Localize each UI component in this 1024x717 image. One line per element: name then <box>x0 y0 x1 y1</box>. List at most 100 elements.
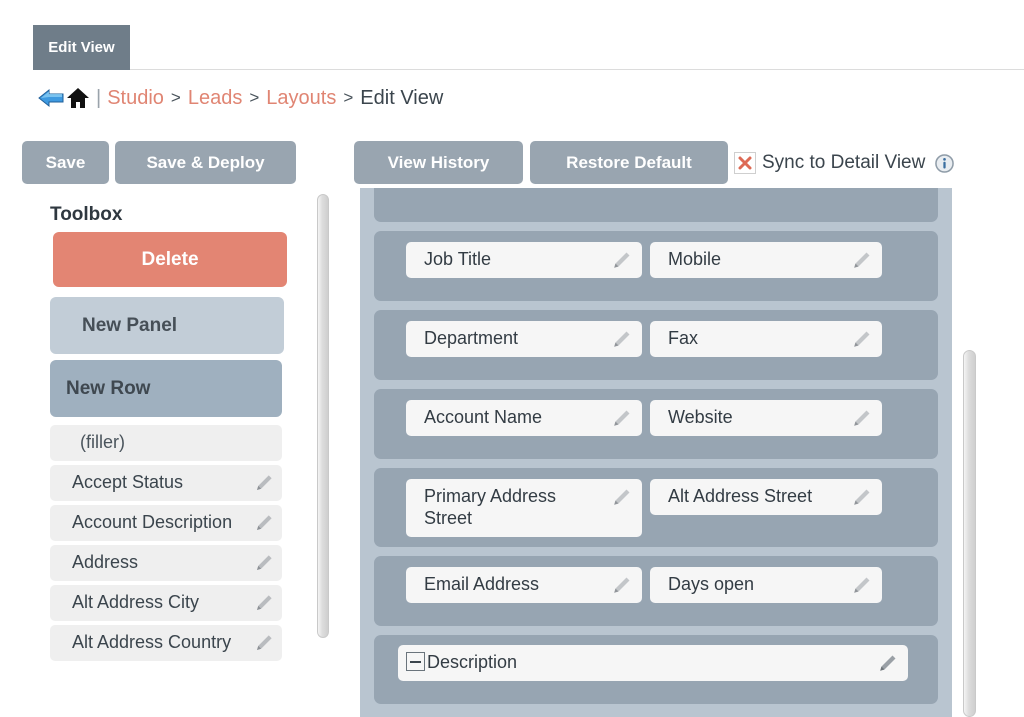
layout-row-cells: Description <box>374 644 938 681</box>
pencil-icon[interactable] <box>850 250 872 272</box>
field-label: Alt Address City <box>72 591 200 612</box>
field-list-item[interactable]: Alt Address City <box>50 584 282 621</box>
sync-to-detail-view-label: Sync to Detail View <box>762 152 926 173</box>
layout-row[interactable]: Email Address Days open <box>374 555 938 626</box>
layout-row-spacer <box>374 436 938 459</box>
info-icon[interactable] <box>935 153 955 173</box>
field-list-item[interactable]: Account Description <box>50 504 282 541</box>
left-list-scrollbar-thumb[interactable] <box>317 194 329 638</box>
layout-row-spacer <box>374 681 938 704</box>
layout-row[interactable]: Account Name Website <box>374 388 938 459</box>
view-history-button[interactable]: View History <box>354 141 523 184</box>
layout-field-label: Alt Address Street <box>668 485 813 506</box>
pencil-icon[interactable] <box>253 633 274 654</box>
field-label: (filler) <box>80 432 125 452</box>
pencil-icon[interactable] <box>850 487 872 509</box>
layout-field-chip[interactable]: Days open <box>650 566 882 603</box>
pencil-icon[interactable] <box>610 408 632 430</box>
breadcrumb-current: Edit View <box>360 86 444 109</box>
pencil-icon[interactable] <box>850 575 872 597</box>
pencil-icon[interactable] <box>253 593 274 614</box>
layout-row[interactable]: Department Fax <box>374 309 938 380</box>
field-label: Account Description <box>72 511 233 532</box>
layout-field-label: Mobile <box>668 249 722 269</box>
layout-field-label: Department <box>424 327 519 348</box>
layout-field-label: Email Address <box>424 573 540 594</box>
field-label: Address <box>72 551 139 572</box>
new-row-button[interactable]: New Row <box>50 360 282 417</box>
tab-edit-view[interactable]: Edit View <box>33 25 130 70</box>
tab-edit-view-label: Edit View <box>48 39 115 56</box>
tab-strip: Edit View <box>0 0 1024 72</box>
canvas-scrollbar[interactable] <box>960 188 978 717</box>
layout-row-spacer <box>374 603 938 626</box>
restore-default-button[interactable]: Restore Default <box>530 141 728 184</box>
layout-row-cells: Department Fax <box>374 320 938 357</box>
pencil-icon[interactable] <box>610 329 632 351</box>
sync-to-detail-view-control[interactable]: Sync to Detail View <box>734 150 955 176</box>
breadcrumb: | Studio > Leads > Layouts > Edit View <box>38 82 443 114</box>
layout-row[interactable]: Primary Address Street Alt Address Stree… <box>374 467 938 547</box>
save-and-deploy-button[interactable]: Save & Deploy <box>115 141 296 184</box>
layout-field-chip[interactable]: Primary Address Street <box>406 478 642 537</box>
field-label: Alt Address Country <box>72 631 232 652</box>
save-button[interactable]: Save <box>22 141 109 184</box>
breadcrumb-link-leads[interactable]: Leads <box>188 87 243 110</box>
layout-row[interactable]: Job Title Mobile <box>374 231 938 301</box>
field-label: Accept Status <box>72 471 184 492</box>
field-list-item[interactable]: Address <box>50 544 282 581</box>
layout-field-chip[interactable]: Email Address <box>406 566 642 603</box>
layout-row-spacer <box>374 357 938 380</box>
pencil-icon[interactable] <box>850 329 872 351</box>
layout-field-chip[interactable]: Alt Address Street <box>650 478 882 515</box>
layout-field-chip[interactable]: Job Title <box>406 242 642 278</box>
pencil-icon[interactable] <box>876 653 898 675</box>
layout-row-spacer <box>374 537 938 547</box>
pencil-icon[interactable] <box>253 473 274 494</box>
home-icon[interactable] <box>66 87 90 109</box>
back-arrow-icon[interactable] <box>38 87 64 109</box>
layout-canvas[interactable]: Job Title Mobile Department Fax Account … <box>360 188 952 717</box>
layout-row[interactable] <box>374 188 938 222</box>
field-list-item[interactable]: Accept Status <box>50 464 282 501</box>
layout-field-chip[interactable]: Description <box>398 644 908 681</box>
layout-field-label: Primary Address Street <box>424 485 557 528</box>
delete-button[interactable]: Delete <box>53 232 287 287</box>
layout-field-chip[interactable]: Fax <box>650 320 882 357</box>
pencil-icon[interactable] <box>610 487 632 509</box>
layout-field-label: Job Title <box>424 249 492 269</box>
left-list-scrollbar[interactable] <box>315 190 331 717</box>
layout-field-chip[interactable]: Account Name <box>406 399 642 436</box>
layout-field-chip[interactable]: Mobile <box>650 242 882 278</box>
layout-row-description[interactable]: Description <box>374 634 938 704</box>
collapse-minus-icon[interactable] <box>406 651 425 671</box>
x-mark-icon <box>738 156 752 170</box>
field-list-item[interactable]: Alt Address Country <box>50 624 282 661</box>
breadcrumb-link-studio[interactable]: Studio <box>107 87 164 110</box>
layout-row-cells: Account Name Website <box>374 399 938 436</box>
layout-row-cells: Primary Address Street Alt Address Stree… <box>374 478 938 537</box>
tab-strip-divider <box>130 69 1024 70</box>
pencil-icon[interactable] <box>253 513 274 534</box>
layout-field-chip[interactable]: Website <box>650 399 882 436</box>
sync-to-detail-view-checkbox[interactable] <box>734 152 756 174</box>
layout-row-cells: Job Title Mobile <box>374 242 938 278</box>
layout-field-label: Days open <box>668 573 755 594</box>
new-panel-button[interactable]: New Panel <box>50 297 284 354</box>
breadcrumb-chevron-1: > <box>170 88 181 107</box>
pencil-icon[interactable] <box>610 250 632 272</box>
layout-field-label: Website <box>668 406 733 427</box>
layout-row-spacer <box>374 278 938 301</box>
pencil-icon[interactable] <box>610 575 632 597</box>
toolbox-title: Toolbox <box>50 204 123 225</box>
pencil-icon[interactable] <box>850 408 872 430</box>
canvas-scrollbar-thumb[interactable] <box>963 350 976 717</box>
toolbox-panel: Delete New Panel New Row (filler) Accept… <box>50 232 300 717</box>
pencil-icon[interactable] <box>253 553 274 574</box>
breadcrumb-chevron-2: > <box>249 88 260 107</box>
field-list-item[interactable]: (filler) <box>50 425 282 461</box>
breadcrumb-link-layouts[interactable]: Layouts <box>266 87 336 110</box>
layout-field-chip[interactable]: Department <box>406 320 642 357</box>
layout-field-label: Account Name <box>424 406 543 427</box>
layout-field-label: Fax <box>668 327 699 348</box>
